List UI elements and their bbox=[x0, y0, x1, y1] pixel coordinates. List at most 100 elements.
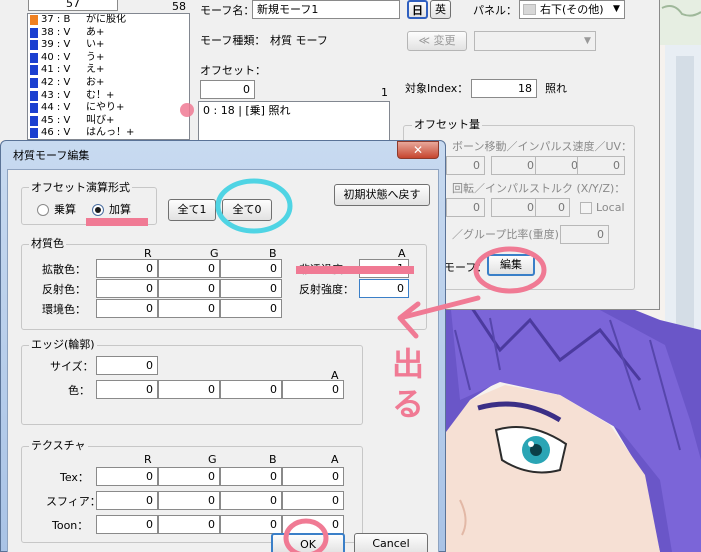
edge-size-label: サイズ： bbox=[50, 360, 94, 373]
handwritten-note: 出る bbox=[392, 345, 425, 423]
morph-list-name: お+ bbox=[86, 77, 105, 88]
all0-button[interactable]: 全て0 bbox=[222, 199, 272, 221]
toon-a[interactable]: 0 bbox=[282, 515, 344, 534]
tex-a[interactable]: 0 bbox=[282, 467, 344, 486]
sphere-a[interactable]: 0 bbox=[282, 491, 344, 510]
chevron-down-icon: ▼ bbox=[613, 4, 620, 14]
morph-type-swatch bbox=[30, 115, 38, 126]
ambient-label: 環境色： bbox=[42, 303, 86, 316]
toon-b[interactable]: 0 bbox=[220, 515, 282, 534]
morph-list-count: 58 bbox=[172, 0, 186, 13]
close-button[interactable]: ✕ bbox=[397, 141, 439, 159]
material-color-title: 材質色 bbox=[29, 237, 66, 250]
group-ratio-label: ／グループ比率(重度)： bbox=[452, 228, 570, 241]
tex-col-r: R bbox=[144, 453, 152, 466]
offset-list-item[interactable]: 0 : 18 | [乗] 照れ bbox=[201, 104, 387, 118]
texture-title: テクスチャ bbox=[29, 439, 88, 452]
offset-count-input[interactable]: 0 bbox=[200, 80, 255, 99]
morph-edit-label: モーフ： bbox=[444, 261, 488, 274]
bone-move-y[interactable]: 0 bbox=[491, 156, 539, 175]
morph-list-header-input[interactable]: 57 bbox=[28, 0, 118, 11]
morph-list-item[interactable]: 37 : B がに股化 bbox=[28, 14, 189, 26]
morph-type-swatch bbox=[30, 15, 38, 25]
radio-add-label: 加算 bbox=[109, 203, 131, 216]
bone-move-z[interactable]: 0 bbox=[535, 156, 583, 175]
sphere-g[interactable]: 0 bbox=[158, 491, 220, 510]
target-index-input[interactable]: 18 bbox=[471, 79, 537, 98]
ambient-b[interactable]: 0 bbox=[220, 299, 282, 318]
morph-list-index: 45 : V bbox=[41, 114, 71, 126]
diffuse-g[interactable]: 0 bbox=[158, 259, 220, 278]
morph-list-item[interactable]: 38 : V あ+ bbox=[28, 27, 189, 39]
offset-amount-title: オフセット量 bbox=[412, 118, 482, 131]
edge-color-r[interactable]: 0 bbox=[96, 380, 158, 399]
ambient-g[interactable]: 0 bbox=[158, 299, 220, 318]
morph-type-value: 材質 モーフ bbox=[270, 34, 328, 47]
edge-color-a[interactable]: 0 bbox=[282, 380, 344, 399]
chevron-down-icon: ▼ bbox=[584, 36, 591, 46]
rotation-z[interactable]: 0 bbox=[535, 198, 570, 217]
morph-list-item[interactable]: 42 : V お+ bbox=[28, 77, 189, 89]
morph-list-item[interactable]: 39 : V い+ bbox=[28, 39, 189, 51]
change-target-select[interactable] bbox=[474, 31, 596, 51]
edge-color-b[interactable]: 0 bbox=[220, 380, 282, 399]
tex-g[interactable]: 0 bbox=[158, 467, 220, 486]
local-checkbox[interactable] bbox=[580, 202, 592, 214]
sphere-r[interactable]: 0 bbox=[96, 491, 158, 510]
toon-r[interactable]: 0 bbox=[96, 515, 158, 534]
sphere-label: スフィア： bbox=[46, 495, 101, 508]
morph-list-item[interactable]: 40 : V う+ bbox=[28, 52, 189, 64]
morph-list-item[interactable]: 46 : V はんっ！+ bbox=[28, 127, 189, 139]
toon-g[interactable]: 0 bbox=[158, 515, 220, 534]
tex-col-a: A bbox=[331, 453, 339, 466]
radio-mul[interactable] bbox=[37, 204, 49, 216]
edit-button[interactable]: 編集 bbox=[487, 254, 535, 276]
all1-button[interactable]: 全て1 bbox=[168, 199, 216, 221]
reset-button[interactable]: 初期状態へ戻す bbox=[334, 184, 430, 206]
edge-title: エッジ(輪郭) bbox=[29, 338, 97, 351]
cancel-button[interactable]: Cancel bbox=[354, 533, 428, 552]
morph-list-item[interactable]: 41 : V え+ bbox=[28, 64, 189, 76]
diffuse-r[interactable]: 0 bbox=[96, 259, 158, 278]
morph-list-item[interactable]: 45 : V 叫び+ bbox=[28, 115, 189, 127]
sphere-b[interactable]: 0 bbox=[220, 491, 282, 510]
ambient-r[interactable]: 0 bbox=[96, 299, 158, 318]
specular-b[interactable]: 0 bbox=[220, 279, 282, 298]
edge-color-g[interactable]: 0 bbox=[158, 380, 220, 399]
specular-g[interactable]: 0 bbox=[158, 279, 220, 298]
panel-swatch bbox=[523, 4, 536, 15]
rotation-y[interactable]: 0 bbox=[491, 198, 539, 217]
morph-list-index: 41 : V bbox=[41, 64, 71, 76]
group-ratio-input[interactable]: 0 bbox=[560, 225, 609, 244]
target-index-label: 対象Index： bbox=[405, 82, 469, 95]
morph-list-index: 38 : V bbox=[41, 26, 71, 38]
change-button[interactable]: ≪ 変更 bbox=[407, 31, 467, 51]
diffuse-b[interactable]: 0 bbox=[220, 259, 282, 278]
morph-list-window: 57 58 37 : B がに股化 38 : V あ+ 39 : V い+ 40 : V う+… bbox=[0, 0, 192, 140]
tex-b[interactable]: 0 bbox=[220, 467, 282, 486]
specular-r[interactable]: 0 bbox=[96, 279, 158, 298]
morph-list[interactable]: 37 : B がに股化 38 : V あ+ 39 : V い+ 40 : V う+ 41 : V… bbox=[27, 13, 190, 140]
bone-move-x[interactable]: 0 bbox=[446, 156, 485, 175]
morph-list-name: にやり+ bbox=[86, 102, 125, 114]
tex-r[interactable]: 0 bbox=[96, 467, 158, 486]
lang-en-button[interactable]: 英 bbox=[430, 0, 451, 19]
dialog-body: オフセット演算形式 乗算 加算 全て1 全て0 初期状態へ戻す 材質色 R G … bbox=[7, 169, 439, 552]
ok-button[interactable]: OK bbox=[271, 533, 345, 552]
rotation-x[interactable]: 0 bbox=[446, 198, 485, 217]
radio-add[interactable] bbox=[92, 204, 104, 216]
lang-jp-button[interactable]: 日 bbox=[407, 0, 428, 19]
morph-list-item[interactable]: 43 : V む！+ bbox=[28, 90, 189, 102]
tex-col-g: G bbox=[208, 453, 217, 466]
bone-move-w[interactable]: 0 bbox=[577, 156, 625, 175]
morph-name-input[interactable]: 新規モーフ1 bbox=[252, 0, 400, 19]
morph-type-label: モーフ種類： bbox=[200, 34, 266, 47]
morph-type-swatch bbox=[30, 90, 38, 101]
specular-power-input[interactable]: 0 bbox=[359, 279, 409, 298]
morph-list-item[interactable]: 44 : V にやり+ bbox=[28, 102, 189, 114]
morph-list-index: 44 : V bbox=[41, 102, 71, 114]
morph-list-index: 39 : V bbox=[41, 39, 71, 51]
morph-list-index: 43 : V bbox=[41, 89, 71, 101]
edge-size-input[interactable]: 0 bbox=[96, 356, 158, 375]
alpha-input[interactable]: 1 bbox=[359, 259, 409, 278]
